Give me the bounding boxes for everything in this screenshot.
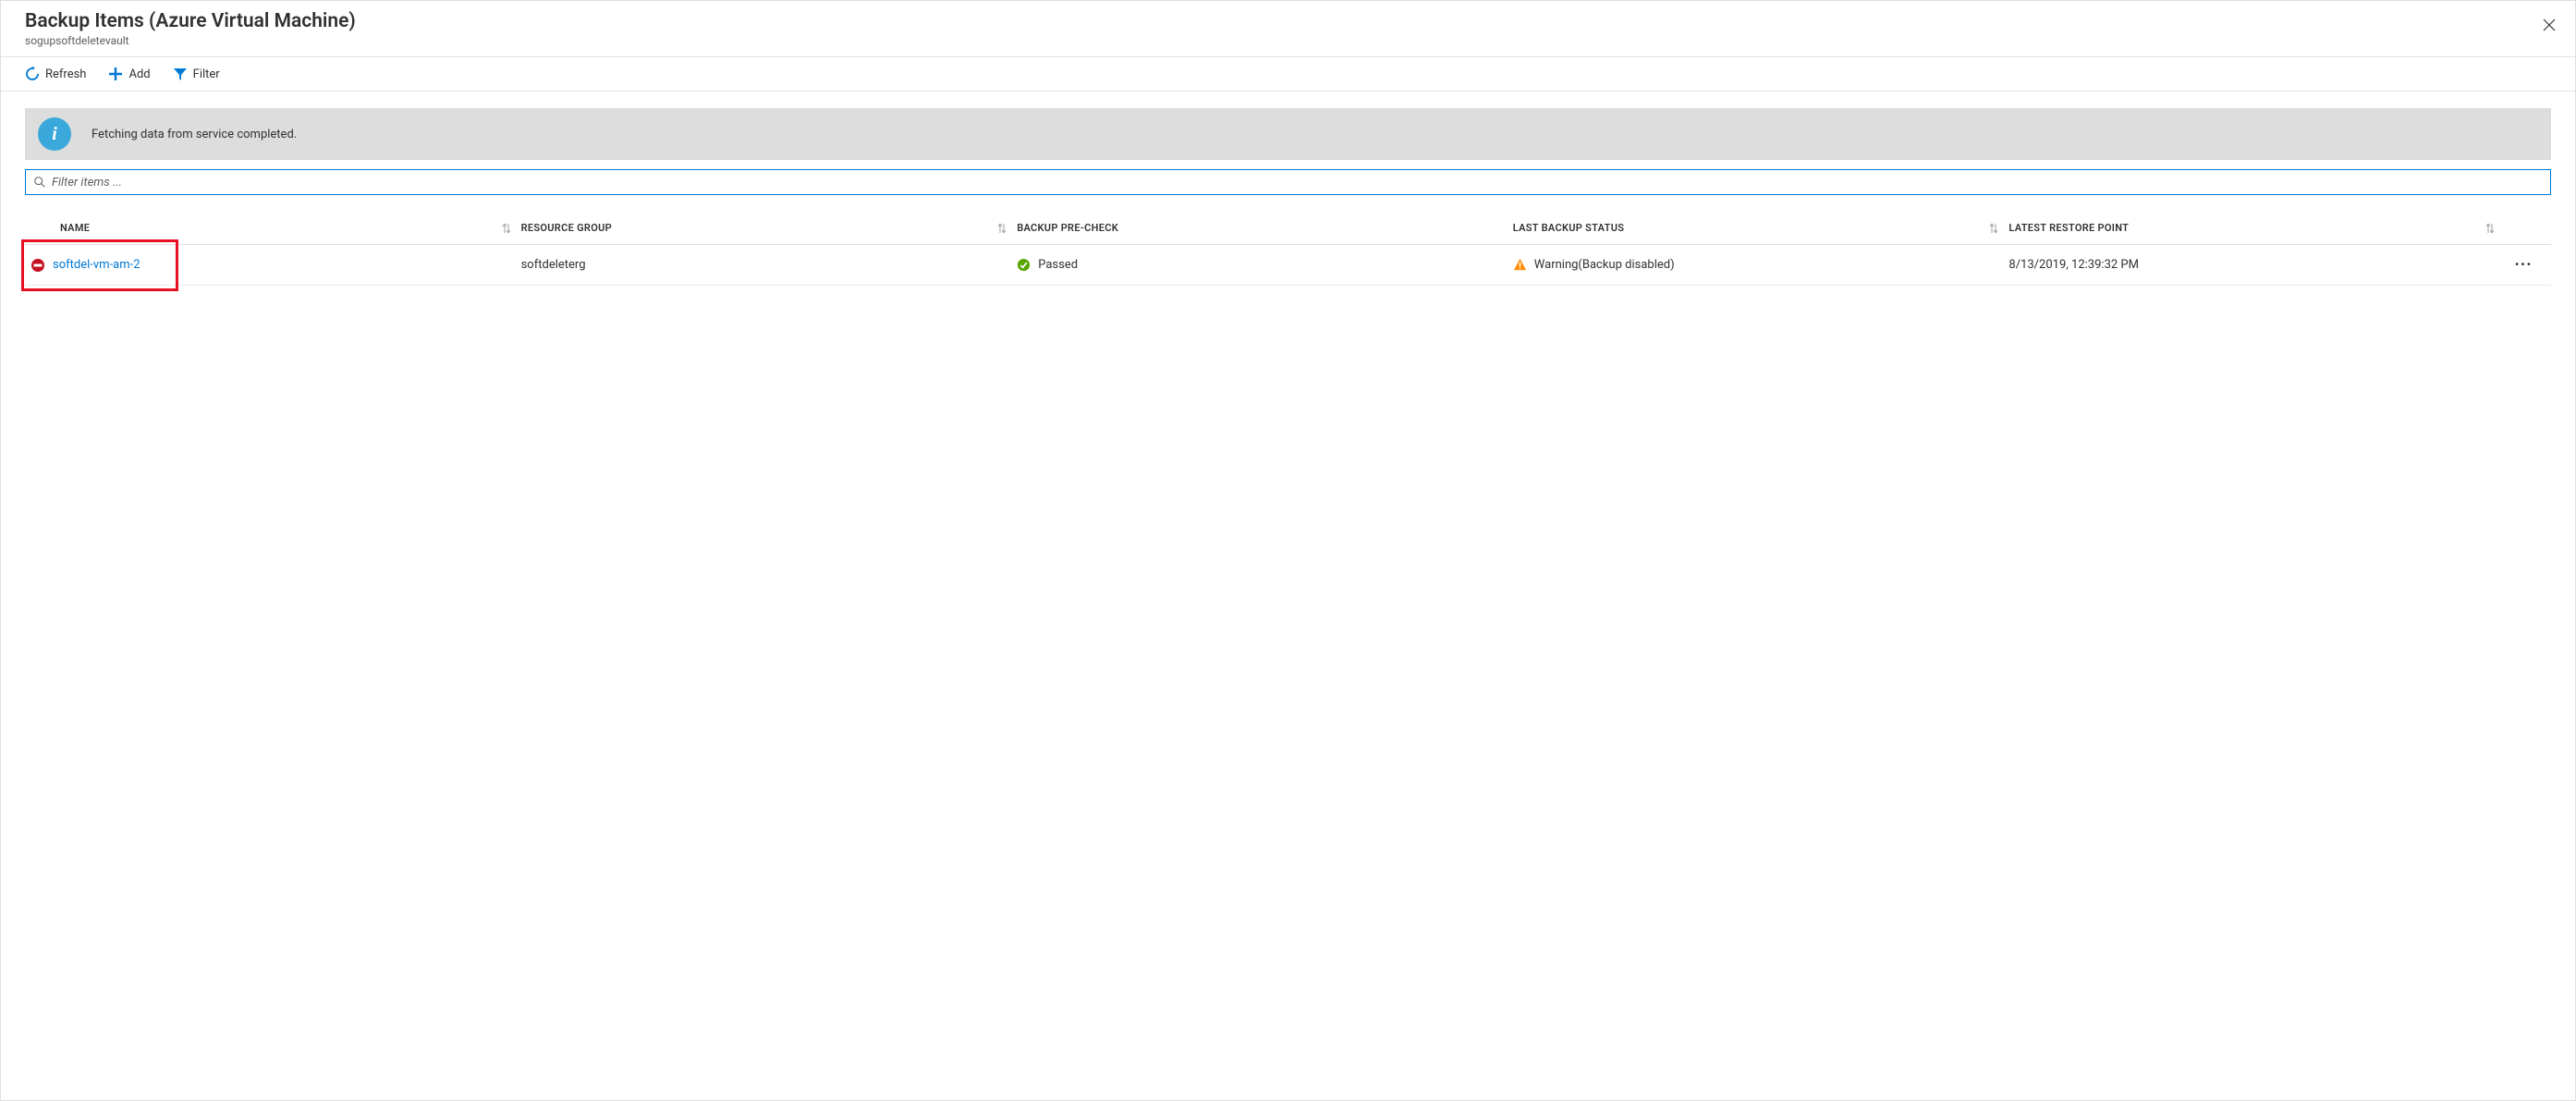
search-input[interactable] [52, 176, 2543, 190]
refresh-button[interactable]: Refresh [25, 67, 86, 81]
close-button[interactable] [2538, 14, 2560, 36]
info-banner: i Fetching data from service completed. [25, 108, 2551, 160]
column-header-precheck[interactable]: BACKUP PRE-CHECK [1017, 222, 1513, 234]
last-status-value: Warning(Backup disabled) [1534, 258, 1675, 272]
page-subtitle: sogupsoftdeletevault [25, 34, 2551, 47]
column-label: BACKUP PRE-CHECK [1017, 222, 1118, 234]
sort-icon [996, 223, 1007, 234]
no-entry-icon [31, 258, 45, 273]
column-header-name[interactable]: NAME [25, 222, 521, 234]
refresh-icon [25, 67, 40, 81]
filter-icon [173, 67, 188, 81]
backup-items-table: NAME RESOURCE GROUP BACKUP PRE-CHECK LAS… [25, 212, 2551, 286]
column-label: LATEST RESTORE POINT [2008, 222, 2129, 234]
table-header-row: NAME RESOURCE GROUP BACKUP PRE-CHECK LAS… [25, 212, 2551, 245]
warning-triangle-icon [1513, 258, 1527, 272]
info-icon: i [38, 117, 71, 151]
page-title: Backup Items (Azure Virtual Machine) [25, 10, 2551, 32]
ellipsis-icon: ··· [2514, 255, 2532, 275]
add-button[interactable]: Add [108, 67, 150, 81]
close-icon [2542, 18, 2557, 32]
column-header-resource-group[interactable]: RESOURCE GROUP [521, 222, 1018, 234]
info-banner-text: Fetching data from service completed. [92, 128, 297, 141]
column-header-last-status[interactable]: LAST BACKUP STATUS [1513, 222, 2009, 234]
item-name-link[interactable]: softdel-vm-am-2 [53, 258, 140, 272]
row-actions-button[interactable]: ··· [2505, 255, 2551, 275]
resource-group-value: softdeleterg [521, 258, 586, 272]
search-icon [33, 176, 46, 189]
search-container[interactable] [25, 169, 2551, 195]
sort-icon [501, 223, 512, 234]
sort-icon [1988, 223, 1999, 234]
filter-button[interactable]: Filter [173, 67, 220, 81]
column-label: RESOURCE GROUP [521, 222, 612, 234]
precheck-value: Passed [1038, 258, 1078, 272]
column-label: NAME [60, 222, 90, 234]
table-row[interactable]: softdel-vm-am-2 softdeleterg Passed Warn… [25, 245, 2551, 286]
toolbar: Refresh Add Filter [1, 57, 2575, 91]
restore-point-value: 8/13/2019, 12:39:32 PM [2008, 258, 2139, 272]
filter-label: Filter [193, 67, 220, 81]
column-label: LAST BACKUP STATUS [1513, 222, 1624, 234]
plus-icon [108, 67, 123, 81]
column-header-restore-point[interactable]: LATEST RESTORE POINT [2008, 222, 2505, 234]
refresh-label: Refresh [45, 67, 86, 81]
sort-icon [2484, 223, 2496, 234]
add-label: Add [128, 67, 150, 81]
check-circle-icon [1017, 258, 1031, 272]
